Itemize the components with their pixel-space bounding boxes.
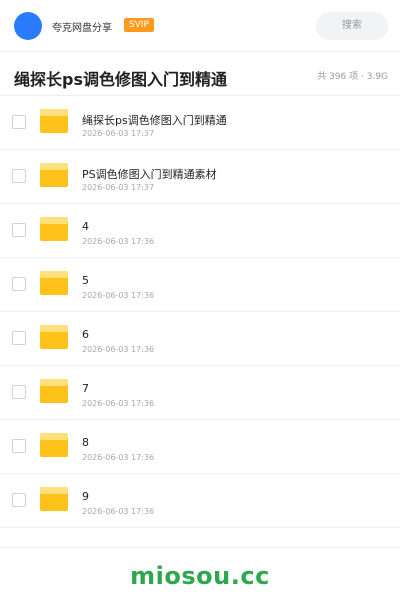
- file-time: 2026-06-03 17:37: [82, 183, 155, 192]
- file-row[interactable]: 6 2026-06-03 17:36: [0, 312, 400, 366]
- file-name: 7: [82, 382, 89, 395]
- file-time: 2026-06-03 17:36: [82, 453, 155, 462]
- svip-badge: SVIP: [124, 18, 154, 32]
- folder-icon: [40, 271, 68, 295]
- app-header: 夸克网盘分享 SVIP 搜索: [0, 0, 400, 52]
- file-time: 2026-06-03 17:36: [82, 345, 155, 354]
- file-name: 8: [82, 436, 89, 449]
- file-row[interactable]: 9 2026-06-03 17:36: [0, 474, 400, 528]
- folder-icon: [40, 433, 68, 457]
- file-name: 9: [82, 490, 89, 503]
- row-checkbox[interactable]: [12, 169, 26, 183]
- file-time: 2026-06-03 17:36: [82, 237, 155, 246]
- folder-icon: [40, 325, 68, 349]
- app-name: 夸克网盘分享: [52, 23, 112, 34]
- share-meta: 共 396 项 · 3.9G: [317, 72, 388, 82]
- row-checkbox[interactable]: [12, 115, 26, 129]
- page-title: 绳探长ps调色修图入门到精通: [14, 70, 227, 89]
- file-row[interactable]: 4 2026-06-03 17:36: [0, 204, 400, 258]
- row-checkbox[interactable]: [12, 331, 26, 345]
- file-name: 5: [82, 274, 89, 287]
- file-row[interactable]: 8 2026-06-03 17:36: [0, 420, 400, 474]
- row-checkbox[interactable]: [12, 277, 26, 291]
- search-button[interactable]: 搜索: [316, 12, 388, 40]
- file-row[interactable]: 7 2026-06-03 17:36: [0, 366, 400, 420]
- row-checkbox[interactable]: [12, 493, 26, 507]
- folder-icon: [40, 109, 68, 133]
- row-checkbox[interactable]: [12, 385, 26, 399]
- file-row[interactable]: 绳探长ps调色修图入门到精通 2026-06-03 17:37: [0, 96, 400, 150]
- file-name: PS调色修图入门到精通素材: [82, 168, 217, 181]
- file-time: 2026-06-03 17:37: [82, 129, 155, 138]
- file-row[interactable]: 5 2026-06-03 17:36: [0, 258, 400, 312]
- file-time: 2026-06-03 17:36: [82, 399, 155, 408]
- folder-icon: [40, 379, 68, 403]
- avatar[interactable]: [14, 12, 42, 40]
- watermark: miosou.cc: [130, 562, 270, 590]
- row-checkbox[interactable]: [12, 439, 26, 453]
- folder-icon: [40, 217, 68, 241]
- share-title-bar: 绳探长ps调色修图入门到精通 共 396 项 · 3.9G: [0, 52, 400, 96]
- file-list: 绳探长ps调色修图入门到精通 2026-06-03 17:37 PS调色修图入门…: [0, 96, 400, 528]
- file-time: 2026-06-03 17:36: [82, 507, 155, 516]
- file-time: 2026-06-03 17:36: [82, 291, 155, 300]
- folder-icon: [40, 163, 68, 187]
- file-name: 6: [82, 328, 89, 341]
- file-row[interactable]: PS调色修图入门到精通素材 2026-06-03 17:37: [0, 150, 400, 204]
- folder-icon: [40, 487, 68, 511]
- row-checkbox[interactable]: [12, 223, 26, 237]
- footer-divider: [0, 547, 400, 548]
- file-name: 绳探长ps调色修图入门到精通: [82, 114, 227, 127]
- file-name: 4: [82, 220, 89, 233]
